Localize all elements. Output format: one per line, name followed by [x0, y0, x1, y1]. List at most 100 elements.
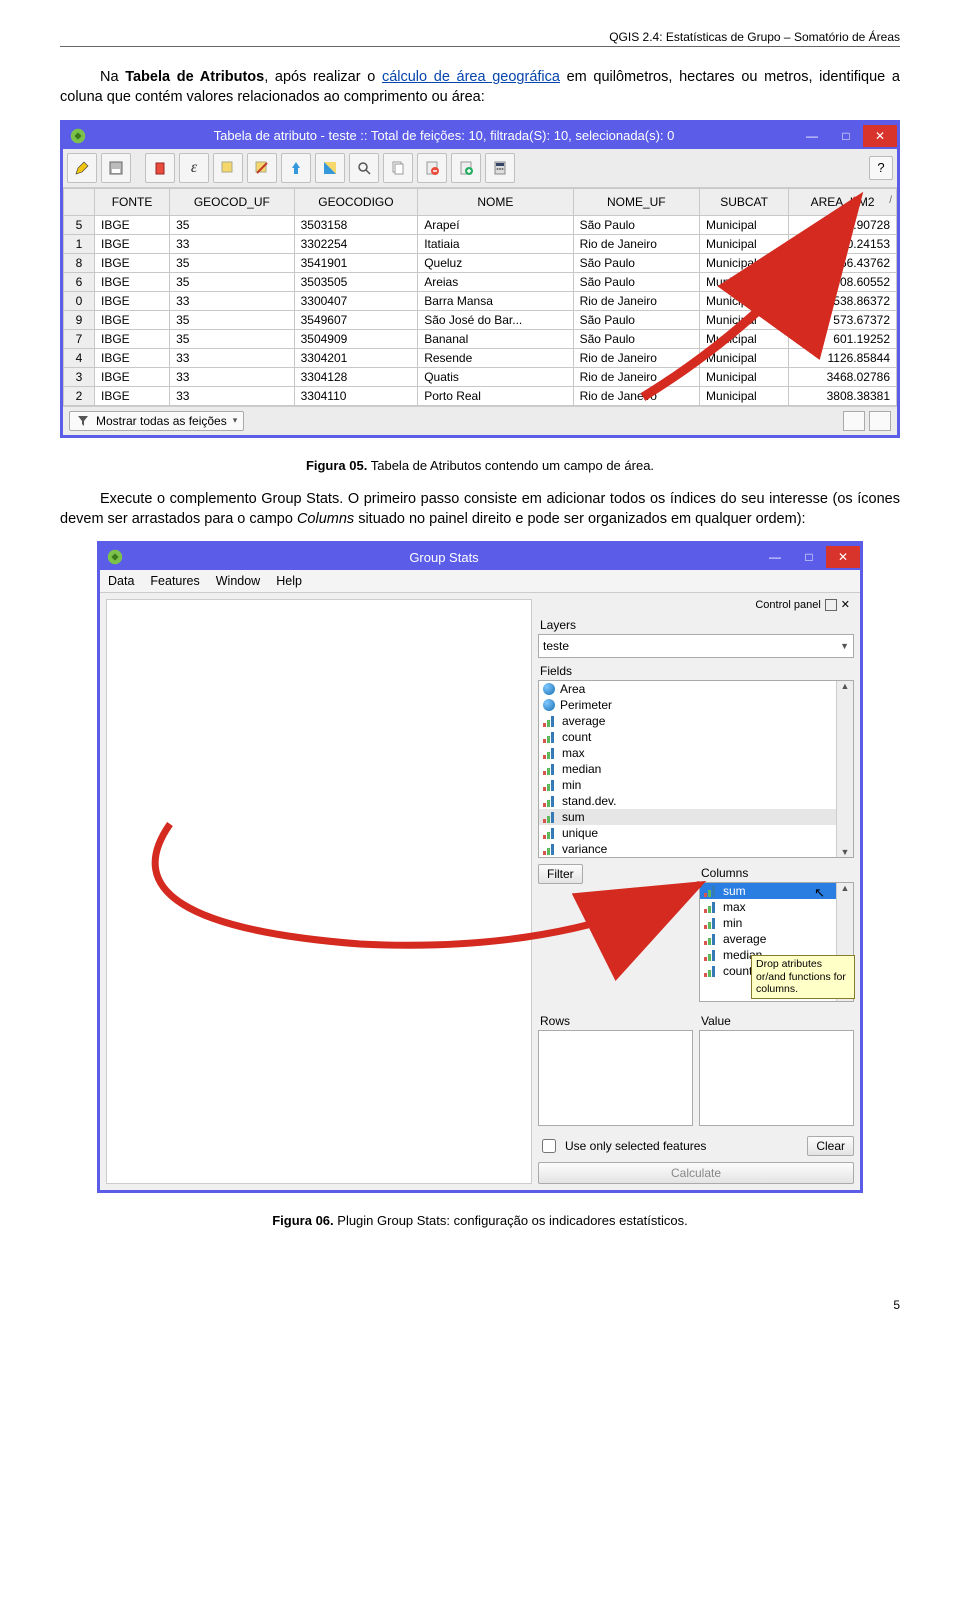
cell[interactable]: Municipal [700, 215, 789, 234]
list-item[interactable]: average [700, 931, 853, 947]
cell[interactable]: 35 [170, 253, 295, 272]
cell[interactable]: 153.90728 [789, 215, 897, 234]
cell[interactable]: 35 [170, 329, 295, 348]
cell[interactable]: 3302254 [294, 234, 418, 253]
dock-icon[interactable] [825, 599, 837, 611]
list-item[interactable]: variance [539, 841, 853, 857]
col-nome[interactable]: NOME [418, 188, 573, 215]
cell[interactable]: Municipal [700, 272, 789, 291]
list-item[interactable]: average [539, 713, 853, 729]
table-row[interactable]: 1IBGE333302254ItatiaiaRio de JaneiroMuni… [64, 234, 897, 253]
save-icon[interactable] [101, 153, 131, 183]
cell[interactable]: 1126.85844 [789, 348, 897, 367]
row-header[interactable]: 5 [64, 215, 95, 234]
cell[interactable]: Municipal [700, 291, 789, 310]
cell[interactable]: 601.19252 [789, 329, 897, 348]
cell[interactable]: Rio de Janeiro [573, 367, 699, 386]
list-item[interactable]: min [700, 915, 853, 931]
cell[interactable]: São Paulo [573, 272, 699, 291]
cell[interactable]: Rio de Janeiro [573, 234, 699, 253]
table-row[interactable]: 7IBGE353504909BananalSão PauloMunicipal6… [64, 329, 897, 348]
cell[interactable]: IBGE [95, 329, 170, 348]
move-top-icon[interactable] [281, 153, 311, 183]
col-geocod-uf[interactable]: GEOCOD_UF [170, 188, 295, 215]
cell[interactable]: São Paulo [573, 329, 699, 348]
cell[interactable]: Municipal [700, 386, 789, 405]
cell[interactable]: 3808.38381 [789, 386, 897, 405]
columns-list[interactable]: summaxminaveragemediancount▲▼↖Drop atrib… [699, 882, 854, 1002]
cell[interactable]: 3541901 [294, 253, 418, 272]
list-item[interactable]: min [539, 777, 853, 793]
cell[interactable]: Queluz [418, 253, 573, 272]
col-area-km2[interactable]: AREA_KM2/ [789, 188, 897, 215]
row-header[interactable]: 4 [64, 348, 95, 367]
cell[interactable]: 35 [170, 310, 295, 329]
delete-selected-icon[interactable] [145, 153, 175, 183]
cell[interactable]: IBGE [95, 348, 170, 367]
add-column-icon[interactable] [451, 153, 481, 183]
cell[interactable]: 35 [170, 215, 295, 234]
close-button[interactable]: ✕ [863, 125, 897, 147]
table-row[interactable]: 4IBGE333304201ResendeRio de JaneiroMunic… [64, 348, 897, 367]
cell[interactable]: São Paulo [573, 310, 699, 329]
panel-close-icon[interactable]: ✕ [841, 598, 850, 611]
col-subcat[interactable]: SUBCAT [700, 188, 789, 215]
cell[interactable]: 3503505 [294, 272, 418, 291]
cell[interactable]: São Paulo [573, 215, 699, 234]
maximize-button[interactable]: □ [829, 125, 863, 147]
clear-button[interactable]: Clear [807, 1136, 854, 1156]
cell[interactable]: 33 [170, 234, 295, 253]
calculate-button[interactable]: Calculate [538, 1162, 854, 1184]
cell[interactable]: IBGE [95, 253, 170, 272]
cell[interactable]: Municipal [700, 310, 789, 329]
cell[interactable]: Barra Mansa [418, 291, 573, 310]
list-item[interactable]: sum [539, 809, 853, 825]
cell[interactable]: 220.24153 [789, 234, 897, 253]
copy-icon[interactable] [383, 153, 413, 183]
cell[interactable]: 33 [170, 348, 295, 367]
cell[interactable]: IBGE [95, 272, 170, 291]
cell[interactable]: Municipal [700, 367, 789, 386]
cell[interactable]: 3468.02786 [789, 367, 897, 386]
cell[interactable]: IBGE [95, 215, 170, 234]
list-item[interactable]: Area [539, 681, 853, 697]
table-row[interactable]: 9IBGE353549607São José do Bar...São Paul… [64, 310, 897, 329]
list-item[interactable]: stand.dev. [539, 793, 853, 809]
list-item[interactable]: sum [700, 883, 853, 899]
menu-data[interactable]: Data [108, 574, 134, 588]
list-item[interactable]: Perimeter [539, 697, 853, 713]
cell[interactable]: Areias [418, 272, 573, 291]
link-calculo-area[interactable]: cálculo de área geográfica [382, 69, 560, 85]
menu-help[interactable]: Help [276, 574, 302, 588]
fields-list[interactable]: AreaPerimeteraveragecountmaxmedianminsta… [538, 680, 854, 858]
table-row[interactable]: 5IBGE353503158ArapeíSão PauloMunicipal15… [64, 215, 897, 234]
cell[interactable]: Arapeí [418, 215, 573, 234]
cell[interactable]: 308.60552 [789, 272, 897, 291]
list-item[interactable]: median [539, 761, 853, 777]
cell[interactable]: IBGE [95, 291, 170, 310]
cell[interactable]: 538.86372 [789, 291, 897, 310]
select-icon[interactable] [213, 153, 243, 183]
row-header[interactable]: 0 [64, 291, 95, 310]
expression-icon[interactable]: ε [179, 153, 209, 183]
cell[interactable]: IBGE [95, 367, 170, 386]
cell[interactable]: Quatis [418, 367, 573, 386]
cell[interactable]: 3304128 [294, 367, 418, 386]
col-fonte[interactable]: FONTE [95, 188, 170, 215]
form-view-icon[interactable] [843, 411, 865, 431]
col-nome-uf[interactable]: NOME_UF [573, 188, 699, 215]
delete-column-icon[interactable] [417, 153, 447, 183]
table-row[interactable]: 0IBGE333300407Barra MansaRio de JaneiroM… [64, 291, 897, 310]
col-geocodigo[interactable]: GEOCODIGO [294, 188, 418, 215]
show-features-combo[interactable]: Mostrar todas as feições ▾ [69, 411, 244, 431]
row-header[interactable]: 9 [64, 310, 95, 329]
deselect-icon[interactable] [247, 153, 277, 183]
row-header[interactable]: 6 [64, 272, 95, 291]
cell[interactable]: 256.43762 [789, 253, 897, 272]
list-item[interactable]: max [539, 745, 853, 761]
cell[interactable]: 3300407 [294, 291, 418, 310]
list-item[interactable]: unique [539, 825, 853, 841]
gs-maximize-button[interactable]: □ [792, 546, 826, 568]
cell[interactable]: 3549607 [294, 310, 418, 329]
cell[interactable]: 33 [170, 291, 295, 310]
